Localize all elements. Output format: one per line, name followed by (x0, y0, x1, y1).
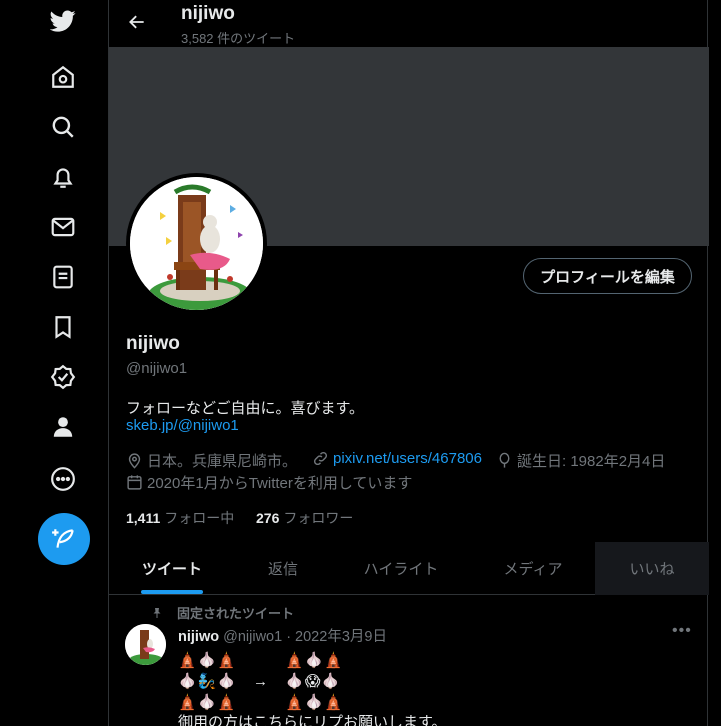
tweet-avatar-illustration (125, 624, 166, 665)
profile-icon[interactable] (44, 408, 82, 446)
birthday-text: 誕生日: 1982年2月4日 (517, 453, 666, 470)
profile-name: nijiwo (126, 333, 180, 354)
followers-count: 276 (256, 510, 280, 526)
profile-header-bar: nijiwo 3,582 件のツイート (109, 0, 709, 47)
header-name: nijiwo (181, 3, 235, 24)
profile-handle: @nijiwo1 (126, 360, 188, 377)
compose-tweet-icon (52, 529, 74, 548)
tab-media[interactable]: メディア (471, 542, 595, 595)
verified-icon[interactable] (44, 358, 82, 396)
profile-bio: フォローなどご自由に。喜びます。 (126, 400, 365, 417)
profile-column: nijiwo 3,582 件のツイート プロフィールを編集 nijiwo @ni… (108, 0, 709, 726)
home-icon[interactable] (44, 58, 82, 96)
tweet-header: nijiwo @nijiwo1 · 2022年3月9日 (178, 625, 387, 646)
balloon-icon (499, 452, 510, 468)
following-link[interactable]: 1,411 フォロー中 (126, 508, 234, 528)
joined-meta: 2020年1月からTwitterを利用しています (126, 472, 412, 493)
website-link[interactable]: pixiv.net/users/467806 (333, 450, 482, 467)
tweet-avatar[interactable] (125, 624, 166, 665)
notifications-icon[interactable] (44, 158, 82, 196)
compose-tweet-button[interactable] (38, 513, 90, 565)
avatar-illustration (130, 177, 263, 310)
following-count: 1,411 (126, 510, 161, 526)
pinned-indicator: 固定されたツイート (151, 603, 294, 622)
link-icon (313, 451, 328, 466)
pin-icon (153, 607, 161, 618)
website-meta: pixiv.net/users/467806 (312, 450, 482, 467)
followers-label: フォロワー (283, 510, 354, 526)
location-icon (128, 453, 141, 469)
tab-replies[interactable]: 返信 (235, 542, 331, 595)
back-arrow-icon[interactable] (123, 8, 151, 36)
tweet-text-line-2: 🧄🧞🧄 → 🧄😱🧄 (178, 673, 342, 690)
tweet-count: 3,582 件のツイート (181, 31, 296, 46)
tweet-text-line-3: 🛕🧄🛕 🛕🧄🛕 (178, 694, 345, 711)
tweet-text-line-1: 🛕🧄🛕 🛕🧄🛕 (178, 652, 345, 669)
sidebar-nav (0, 0, 108, 726)
lists-icon[interactable] (44, 258, 82, 296)
following-label: フォロー中 (164, 510, 235, 526)
tweet-author-name[interactable]: nijiwo (178, 629, 219, 645)
joined-text: 2020年1月からTwitterを利用しています (147, 475, 413, 492)
profile-avatar[interactable] (126, 173, 267, 314)
tweet-more-icon[interactable]: ••• (672, 622, 692, 640)
profile-tabs: ツイート 返信 ハイライト メディア いいね (109, 542, 709, 595)
twitter-logo-icon[interactable] (44, 2, 82, 40)
tab-highlights[interactable]: ハイライト (331, 542, 471, 595)
pinned-label-text: 固定されたツイート (177, 606, 295, 621)
edit-profile-button[interactable]: プロフィールを編集 (523, 258, 692, 294)
location-meta: 日本。兵庫県尼崎市。 (126, 450, 297, 471)
tab-likes[interactable]: いいね (595, 542, 709, 595)
messages-icon[interactable] (44, 208, 82, 246)
tweet-meta[interactable]: @nijiwo1 · 2022年3月9日 (223, 629, 387, 645)
followers-link[interactable]: 276 フォロワー (256, 508, 353, 528)
more-icon[interactable] (44, 460, 82, 498)
tweet-text-line-4: 御用の方はこちらにリプお願いします。 (178, 714, 447, 726)
birthday-meta: 誕生日: 1982年2月4日 (496, 450, 665, 471)
explore-icon[interactable] (44, 108, 82, 146)
location-text: 日本。兵庫県尼崎市。 (147, 453, 298, 470)
calendar-icon (127, 475, 142, 490)
tab-tweets[interactable]: ツイート (109, 542, 235, 595)
bio-link[interactable]: skeb.jp/@nijiwo1 (126, 417, 239, 434)
bookmarks-icon[interactable] (44, 308, 82, 346)
active-tab-indicator (141, 590, 203, 594)
